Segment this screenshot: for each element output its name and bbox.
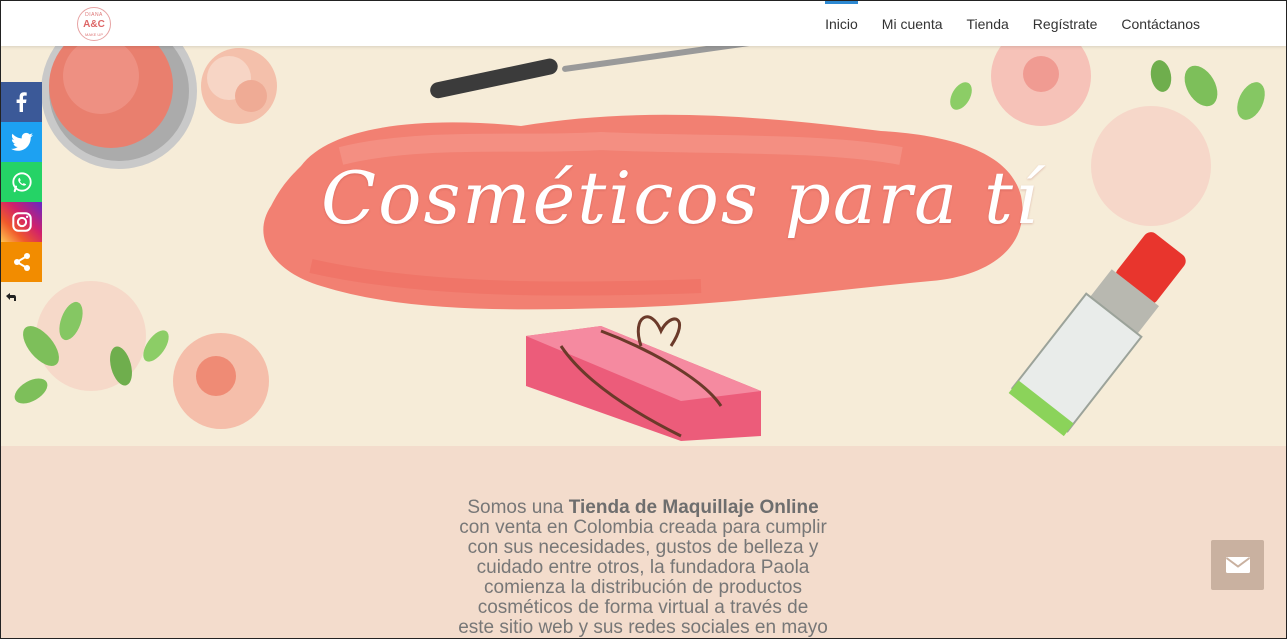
hero-illustration (14, 46, 1265, 441)
contact-mail-button[interactable] (1211, 540, 1264, 590)
about-text: Somos una Tienda de Maquillaje Online co… (423, 498, 863, 638)
whatsapp-icon (11, 172, 32, 193)
about-line: Somos una Tienda de Maquillaje Online (423, 498, 863, 518)
instagram-icon (11, 212, 32, 232)
twitter-share-button[interactable] (1, 122, 42, 162)
logo-text-mid: A&C (83, 19, 105, 30)
share-button[interactable] (1, 242, 42, 282)
about-line: cuidado entre otros, la fundadora Paola (476, 557, 810, 578)
mascara-illustration (430, 46, 790, 99)
main-nav: Inicio Mi cuenta Tienda Regístrate Contá… (801, 1, 1200, 46)
about-line: con venta en Colombia creada para cumpli… (459, 517, 827, 538)
hero-banner: Cosméticos para tí (1, 46, 1286, 446)
nav-item-contactanos[interactable]: Contáctanos (1121, 1, 1200, 46)
site-logo[interactable]: DIANA A&C MAKE UP (77, 7, 111, 41)
about-line-text: Somos una (467, 497, 569, 518)
facebook-icon (16, 92, 27, 112)
instagram-share-button[interactable] (1, 202, 42, 242)
about-line: este sitio web y sus redes sociales en m… (458, 617, 828, 638)
nav-item-registrate[interactable]: Regístrate (1033, 1, 1098, 46)
gift-box-illustration (526, 315, 761, 441)
envelope-icon (1225, 557, 1250, 573)
flowers-bottom-left (14, 281, 269, 429)
logo-text-bottom: MAKE UP (84, 32, 103, 37)
social-share-bar (1, 82, 42, 282)
about-line-bold: Tienda de Maquillaje Online (568, 497, 819, 518)
facebook-share-button[interactable] (1, 82, 42, 122)
about-line: comienza la distribución de productos (484, 577, 802, 598)
nav-item-inicio[interactable]: Inicio (825, 1, 858, 46)
compact-powder-illustration (41, 46, 197, 169)
nav-item-tienda[interactable]: Tienda (967, 1, 1009, 46)
site-header: DIANA A&C MAKE UP Inicio Mi cuenta Tiend… (1, 1, 1286, 46)
hide-social-bar-toggle[interactable] (5, 291, 17, 306)
about-line: cosméticos de forma virtual a través de (477, 597, 809, 618)
logo-text-top: DIANA (85, 12, 103, 18)
hero-title: Cosméticos para tí (321, 156, 1040, 240)
share-icon (13, 253, 30, 271)
nav-item-mi-cuenta[interactable]: Mi cuenta (882, 1, 943, 46)
flower-top-left (201, 48, 277, 124)
browser-viewport: DIANA A&C MAKE UP Inicio Mi cuenta Tiend… (0, 0, 1287, 639)
whatsapp-share-button[interactable] (1, 162, 42, 202)
twitter-icon (10, 132, 33, 151)
hand-pointer-icon (6, 293, 16, 301)
about-line: con sus necesidades, gustos de belleza y (467, 537, 819, 558)
lipstick-illustration (1008, 232, 1186, 437)
about-section: Somos una Tienda de Maquillaje Online co… (1, 446, 1286, 638)
